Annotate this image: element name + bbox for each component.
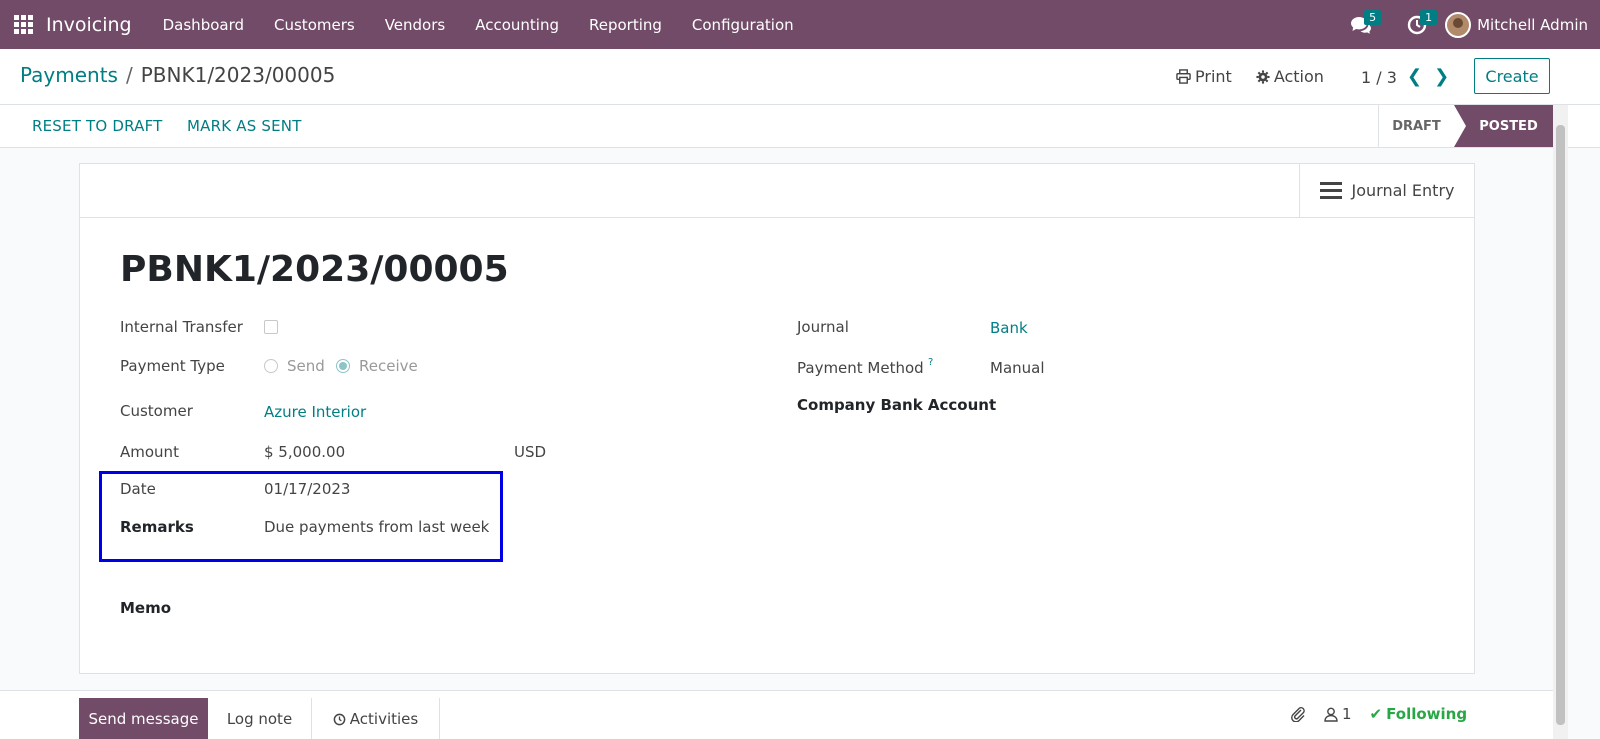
company-bank-account-label: Company Bank Account [797, 396, 997, 414]
internal-transfer-label: Internal Transfer [120, 318, 243, 336]
activities-button[interactable]: 1 [1389, 0, 1445, 49]
payment-type-send-label[interactable]: Send [287, 357, 325, 375]
scrollbar-thumb[interactable] [1556, 125, 1565, 725]
memo-label: Memo [120, 599, 172, 617]
internal-transfer-checkbox[interactable] [264, 320, 278, 334]
breadcrumb-payments[interactable]: Payments [20, 63, 118, 87]
log-note-button[interactable]: Log note [208, 698, 312, 739]
customer-value[interactable]: Azure Interior [264, 403, 366, 421]
reset-to-draft-button[interactable]: RESET TO DRAFT [32, 117, 163, 135]
create-button[interactable]: Create [1474, 58, 1550, 94]
activities-count-badge: 1 [1420, 10, 1438, 25]
printer-icon [1176, 69, 1191, 84]
payment-method-value[interactable]: Manual [990, 359, 1045, 377]
print-label: Print [1195, 67, 1232, 86]
bars-icon [1319, 182, 1342, 199]
breadcrumb: Payments / PBNK1/2023/00005 [20, 63, 335, 87]
chevron-right-icon[interactable]: ❯ [1434, 66, 1449, 87]
status-bar: RESET TO DRAFT MARK AS SENT DRAFT POSTED [0, 105, 1600, 148]
followers-count: 1 [1342, 705, 1352, 723]
chatter-right-tools: 1 ✔ Following [1290, 705, 1467, 723]
amount-value[interactable]: $ 5,000.00 [264, 443, 345, 461]
payment-type-receive-label[interactable]: Receive [359, 357, 418, 375]
chatter-topbar: Send message Log note Activities 1 ✔ Fol… [0, 690, 1553, 739]
activities-chatter-button[interactable]: Activities [312, 698, 440, 739]
messages-count-badge: 5 [1364, 10, 1382, 25]
payment-method-label: Payment Method [797, 359, 924, 377]
record-title: PBNK1/2023/00005 [120, 249, 509, 290]
action-button[interactable]: Action [1256, 67, 1324, 86]
paperclip-icon[interactable] [1290, 706, 1306, 722]
payment-type-label: Payment Type [120, 357, 225, 375]
gear-icon [1256, 69, 1270, 84]
mark-as-sent-button[interactable]: MARK AS SENT [187, 117, 302, 135]
app-name[interactable]: Invoicing [46, 14, 132, 36]
following-label: Following [1386, 705, 1468, 723]
messages-button[interactable]: 5 [1333, 0, 1389, 49]
pager-arrows: ❮ ❯ [1407, 66, 1449, 87]
journal-entry-label: Journal Entry [1351, 181, 1455, 200]
pager-value[interactable]: 1 / 3 [1361, 68, 1397, 87]
followers-button[interactable]: 1 [1324, 705, 1352, 723]
scrollbar[interactable] [1553, 105, 1568, 739]
send-message-button[interactable]: Send message [79, 698, 208, 739]
remarks-label: Remarks [120, 518, 194, 536]
control-panel: Payments / PBNK1/2023/00005 Print Action… [0, 49, 1600, 105]
form-sheet: Journal Entry PBNK1/2023/00005 Internal … [79, 163, 1475, 674]
journal-label: Journal [797, 318, 849, 336]
help-icon[interactable]: ? [928, 357, 933, 368]
menu-configuration[interactable]: Configuration [677, 0, 809, 49]
clock-icon [333, 713, 346, 725]
date-label: Date [120, 480, 156, 498]
chevron-left-icon[interactable]: ❮ [1407, 66, 1422, 87]
remarks-value[interactable]: Due payments from last week [264, 518, 489, 536]
print-button[interactable]: Print [1176, 67, 1232, 86]
user-icon [1324, 707, 1338, 722]
avatar[interactable] [1445, 11, 1472, 38]
menu-reporting[interactable]: Reporting [574, 0, 677, 49]
menu-vendors[interactable]: Vendors [370, 0, 461, 49]
journal-value[interactable]: Bank [990, 319, 1028, 337]
following-button[interactable]: ✔ Following [1370, 705, 1468, 723]
apps-grid-icon[interactable] [0, 0, 46, 49]
breadcrumb-separator: / [125, 63, 133, 87]
journal-entry-button[interactable]: Journal Entry [1299, 164, 1474, 217]
amount-label: Amount [120, 443, 179, 461]
currency-value[interactable]: USD [514, 443, 546, 461]
date-value[interactable]: 01/17/2023 [264, 480, 350, 498]
menu-accounting[interactable]: Accounting [460, 0, 574, 49]
customer-label: Customer [120, 402, 193, 420]
action-label: Action [1273, 67, 1324, 86]
button-box: Journal Entry [80, 164, 1474, 218]
menu-customers[interactable]: Customers [259, 0, 370, 49]
user-menu[interactable]: Mitchell Admin [1477, 16, 1588, 34]
stage-draft[interactable]: DRAFT [1378, 105, 1454, 147]
check-icon: ✔ [1369, 705, 1383, 723]
stage-posted[interactable]: POSTED [1454, 105, 1553, 147]
payment-type-send-radio[interactable] [264, 359, 278, 373]
menu-dashboard[interactable]: Dashboard [148, 0, 259, 49]
top-navbar: Invoicing Dashboard Customers Vendors Ac… [0, 0, 1600, 49]
breadcrumb-current: PBNK1/2023/00005 [140, 63, 336, 87]
activities-label: Activities [349, 710, 419, 728]
payment-type-receive-radio[interactable] [336, 359, 350, 373]
control-actions: Print Action [1176, 67, 1348, 86]
